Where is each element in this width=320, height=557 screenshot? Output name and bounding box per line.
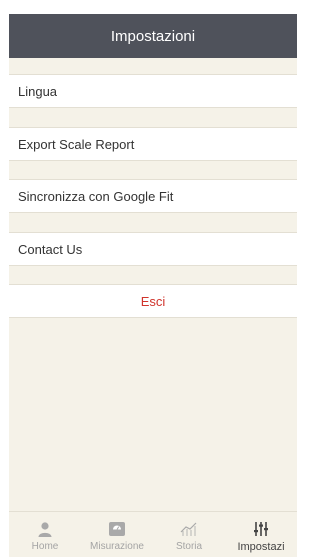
page-title: Impostazioni [110,27,196,45]
logout-label: Esci [140,293,166,309]
tab-home[interactable]: Home [9,512,81,557]
settings-item-export-scale-report[interactable]: Export Scale Report [9,127,297,161]
app-header: Impostazioni [9,14,297,58]
settings-item-contact-us[interactable]: Contact Us [9,232,297,266]
scale-icon [106,520,128,538]
settings-item-label: Sincronizza con Google Fit [18,188,174,204]
tab-label: Storia [175,541,203,552]
settings-screen: Impostazioni Lingua Export Scale Report … [9,14,297,557]
settings-item-google-fit-sync[interactable]: Sincronizza con Google Fit [9,179,297,213]
tab-settings[interactable]: Impostazi [225,512,297,557]
tab-measurement[interactable]: Misurazione [81,512,153,557]
trend-chart-icon [178,520,200,538]
settings-item-label: Lingua [18,83,58,99]
bottom-tab-bar: Home Misurazione Storia Impostazi [9,511,297,557]
settings-item-label: Contact Us [18,241,83,257]
settings-item-label: Export Scale Report [18,136,135,152]
person-icon [34,520,56,538]
tab-label: Misurazione [90,541,144,552]
tab-label: Impostazi [237,541,285,553]
tab-history[interactable]: Storia [153,512,225,557]
sliders-icon [250,520,272,538]
settings-item-language[interactable]: Lingua [9,74,297,108]
logout-button[interactable]: Esci [9,284,297,318]
tab-label: Home [31,541,59,552]
